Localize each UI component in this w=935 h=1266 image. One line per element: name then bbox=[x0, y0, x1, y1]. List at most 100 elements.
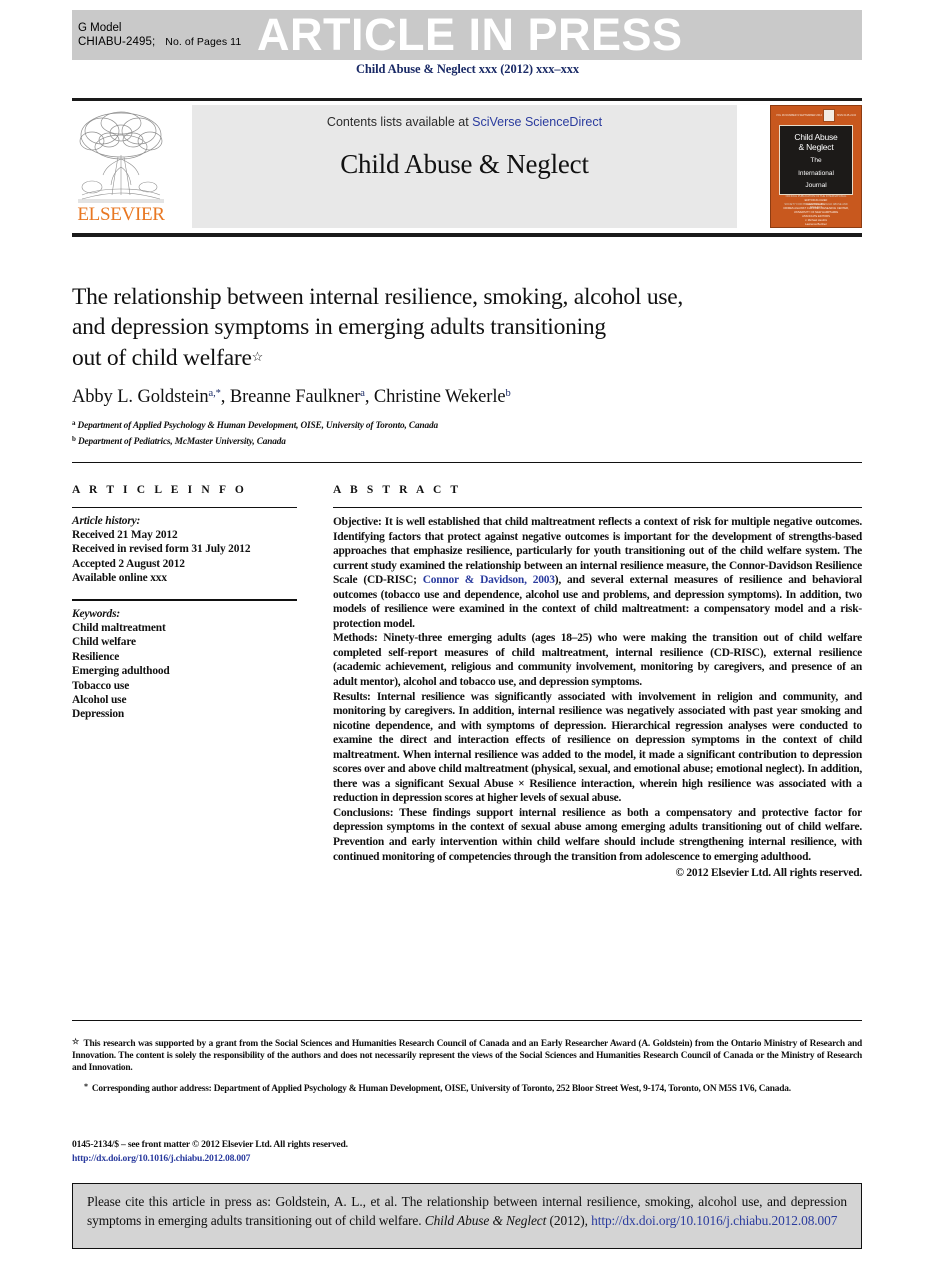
abstract-heading: A B S T R A C T bbox=[333, 484, 462, 496]
journal-article-first-page: G Model CHIABU-2495; No. of Pages 11 ARTI… bbox=[0, 0, 935, 1266]
author-list: Abby L. Goldsteina,*, Breanne Faulknera,… bbox=[72, 387, 511, 407]
article-in-press-text: ARTICLE IN PRESS bbox=[257, 9, 683, 60]
cover-elsevier-mark-icon bbox=[823, 109, 836, 122]
article-history-block: Article history: Received 21 May 2012 Re… bbox=[72, 514, 297, 585]
title-line-2: and depression symptoms in emerging adul… bbox=[72, 314, 606, 340]
keyword-item: Child welfare bbox=[72, 636, 136, 649]
corresponding-author-footnote: * Corresponding author address: Departmen… bbox=[72, 1081, 862, 1095]
keyword-item: Depression bbox=[72, 708, 125, 721]
gmodel-block: G Model CHIABU-2495; No. of Pages 11 bbox=[72, 21, 241, 49]
article-id-line: CHIABU-2495; No. of Pages 11 bbox=[78, 35, 241, 49]
journal-cover-thumbnail: VOL 36 NUMBER 9 SEPTEMBER 2012 ISSN 0145… bbox=[770, 105, 862, 228]
abstract-methods: Methods: Ninety-three emerging adults (a… bbox=[333, 631, 862, 689]
elsevier-wordmark: ELSEVIER bbox=[77, 204, 165, 225]
footnotes-block: ☆ This research was supported by a grant … bbox=[72, 1036, 862, 1102]
elsevier-tree-icon bbox=[76, 107, 166, 204]
article-info-column: A R T I C L E I N F O Article history: R… bbox=[72, 484, 297, 722]
article-info-rule bbox=[72, 507, 297, 508]
abstract-results-label: Results: bbox=[333, 690, 371, 703]
author-name: Christine Wekerle bbox=[373, 387, 506, 407]
abstract-citation-link[interactable]: Connor & Davidson, 2003 bbox=[423, 574, 555, 586]
history-item: Received in revised form 31 July 2012 bbox=[72, 543, 251, 556]
keyword-item: Child maltreatment bbox=[72, 622, 166, 635]
title-line-3: out of child welfare bbox=[72, 345, 252, 371]
cover-inner-panel: Child Abuse & Neglect The International … bbox=[779, 125, 853, 209]
cite-doi-link[interactable]: http://dx.doi.org/10.1016/j.chiabu.2012.… bbox=[591, 1213, 837, 1228]
issn-line: 0145-2134/$ – see front matter © 2012 El… bbox=[72, 1139, 348, 1150]
abstract-copyright: © 2012 Elsevier Ltd. All rights reserved… bbox=[675, 867, 862, 880]
keyword-item: Alcohol use bbox=[72, 694, 127, 707]
issn-doi-link[interactable]: http://dx.doi.org/10.1016/j.chiabu.2012.… bbox=[72, 1152, 862, 1166]
keyword-item: Tobacco use bbox=[72, 679, 130, 692]
article-history-label: Article history: bbox=[72, 515, 141, 527]
abstract-results-text: Internal resilience was significantly as… bbox=[333, 690, 862, 805]
article-id: CHIABU-2495; bbox=[78, 36, 156, 48]
cover-editor-block: EDITOR-IN-CHIEF David Finkelhor CRIMES A… bbox=[777, 199, 855, 227]
history-item: Available online xxx bbox=[72, 571, 167, 584]
keywords-rule bbox=[72, 599, 297, 601]
sciencedirect-link[interactable]: SciVerse ScienceDirect bbox=[472, 115, 602, 129]
masthead-top-rule bbox=[72, 98, 862, 101]
issn-block: 0145-2134/$ – see front matter © 2012 El… bbox=[72, 1138, 862, 1165]
corresponding-author-text: Corresponding author address: Department… bbox=[91, 1084, 791, 1095]
author-marker: b bbox=[505, 388, 511, 399]
cite-text-part2: (2012), bbox=[546, 1212, 588, 1228]
elsevier-logo: ELSEVIER bbox=[72, 105, 170, 228]
abstract-body: Objective: It is well established that c… bbox=[333, 515, 862, 881]
article-info-heading: A R T I C L E I N F O bbox=[72, 484, 247, 496]
keywords-block: Keywords: Child maltreatment Child welfa… bbox=[72, 607, 297, 722]
cover-subtitle-line3: Journal bbox=[805, 182, 827, 189]
cover-volume-info: VOL 36 NUMBER 9 SEPTEMBER 2012 bbox=[776, 114, 823, 117]
page-count-label: No. of Pages 11 bbox=[165, 36, 242, 48]
cite-this-article-box: Please cite this article in press as: Go… bbox=[72, 1183, 862, 1249]
title-block: The relationship between internal resili… bbox=[72, 282, 862, 448]
keyword-item: Emerging adulthood bbox=[72, 665, 170, 678]
history-item: Accepted 2 August 2012 bbox=[72, 557, 185, 570]
keyword-item: Resilience bbox=[72, 650, 120, 663]
abstract-methods-text: Ninety-three emerging adults (ages 18–25… bbox=[333, 632, 862, 689]
author-marker: a,* bbox=[208, 388, 221, 399]
article-in-press-banner: G Model CHIABU-2495; No. of Pages 11 ARTI… bbox=[72, 9, 862, 60]
author-name: Abby L. Goldstein bbox=[72, 387, 209, 407]
contents-panel: Contents lists available at SciVerse Sci… bbox=[192, 105, 737, 228]
affiliation-marker: b bbox=[72, 434, 76, 443]
abstract-bottom-rule bbox=[72, 1020, 862, 1021]
history-item: Received 21 May 2012 bbox=[72, 529, 178, 542]
abstract-results: Results: Internal resilience was signifi… bbox=[333, 690, 862, 806]
cover-editor-affil: CRIMES AGAINST CHILDREN RESEARCH CENTER,… bbox=[783, 207, 849, 214]
abstract-conclusions: Conclusions: These findings support inte… bbox=[333, 806, 862, 864]
affiliation-text: Department of Pediatrics, McMaster Unive… bbox=[77, 436, 286, 447]
funding-footnote-text: This research was supported by a grant f… bbox=[72, 1039, 862, 1074]
keywords-label: Keywords: bbox=[72, 607, 121, 620]
cover-assoc-name2: Lawrence Berliner bbox=[805, 223, 827, 226]
cite-this-article-text: Please cite this article in press as: Go… bbox=[87, 1193, 847, 1231]
abstract-rule bbox=[333, 507, 862, 508]
corresponding-author-marker: * bbox=[84, 1082, 88, 1092]
abstract-conclusions-label: Conclusions: bbox=[333, 806, 394, 819]
abstract-objective-label: Objective: bbox=[333, 516, 382, 528]
affiliation-item: a Department of Applied Psychology & Hum… bbox=[72, 417, 862, 433]
masthead: ELSEVIER Contents lists available at Sci… bbox=[72, 105, 862, 228]
cover-society-line1: OFFICIAL PUBLICATION OF THE INTERNATIONA… bbox=[785, 194, 847, 198]
title-bottom-rule bbox=[72, 462, 862, 463]
funding-footnote-marker: ☆ bbox=[72, 1037, 80, 1046]
journal-citation-line: Child Abuse & Neglect xxx (2012) xxx–xxx bbox=[355, 62, 580, 76]
title-line-1: The relationship between internal resili… bbox=[72, 284, 684, 310]
abstract-conclusions-text: These findings support internal resilien… bbox=[333, 806, 862, 863]
journal-title: Child Abuse & Neglect bbox=[340, 149, 589, 179]
author-name: Breanne Faulkner bbox=[229, 387, 361, 407]
affiliation-list: a Department of Applied Psychology & Hum… bbox=[72, 417, 862, 448]
cover-top-bar: VOL 36 NUMBER 9 SEPTEMBER 2012 ISSN 0145… bbox=[774, 109, 858, 122]
affiliation-text: Department of Applied Psychology & Human… bbox=[77, 421, 439, 431]
cover-subtitle-line1: The bbox=[810, 157, 822, 164]
cover-title-line1: Child Abuse bbox=[794, 132, 838, 142]
affiliation-item: b Department of Pediatrics, McMaster Uni… bbox=[72, 433, 862, 449]
abstract-column: A B S T R A C T Objective: It is well es… bbox=[333, 484, 862, 881]
abstract-methods-label: Methods: bbox=[333, 632, 378, 645]
contents-prefix: Contents lists available at bbox=[326, 115, 473, 129]
gmodel-label: G Model bbox=[78, 22, 122, 34]
abstract-objective: Objective: It is well established that c… bbox=[333, 515, 862, 631]
masthead-bottom-rule bbox=[72, 233, 862, 237]
title-footnote-marker: ☆ bbox=[251, 349, 264, 364]
affiliation-marker: a bbox=[72, 419, 76, 427]
